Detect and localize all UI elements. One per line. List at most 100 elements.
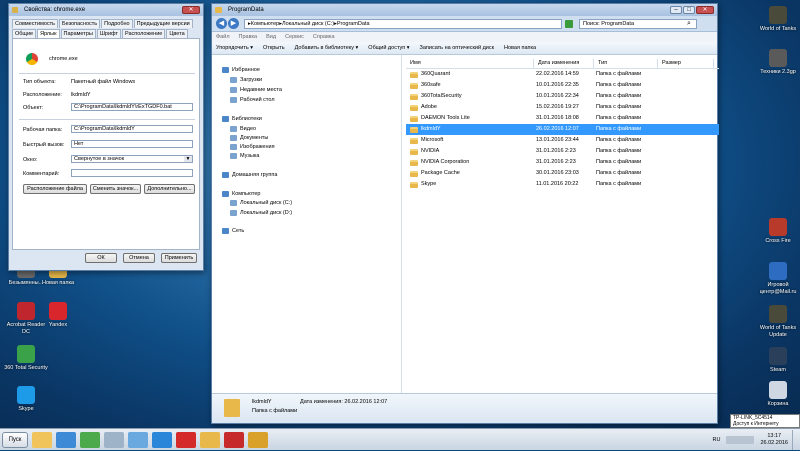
search-input[interactable]: Поиск: ProgramData — [579, 18, 697, 29]
nav-item[interactable]: Видео — [230, 126, 256, 132]
back-icon[interactable]: ◀ — [216, 18, 227, 29]
menu-item[interactable]: Вид — [266, 34, 276, 40]
hotkey-field[interactable]: Нет — [71, 140, 193, 148]
menu-item[interactable]: Правка — [239, 34, 258, 40]
tab-9[interactable]: Цвета — [166, 29, 188, 38]
comment-field[interactable] — [71, 169, 193, 177]
nav-item[interactable]: Компьютер — [222, 191, 260, 197]
taskbar-app-icon[interactable] — [200, 431, 220, 448]
tab-4[interactable]: Общие — [12, 29, 37, 38]
taskbar-app-icon[interactable] — [224, 431, 244, 448]
taskbar-app-icon[interactable] — [80, 431, 100, 448]
desktop-icon[interactable]: Техники 2.3gp — [756, 49, 800, 76]
taskbar-app-icon[interactable] — [248, 431, 268, 448]
show-desktop-button[interactable] — [792, 430, 798, 450]
taskbar-app-icon[interactable] — [104, 431, 124, 448]
nav-item[interactable]: Избранное — [222, 67, 260, 73]
table-row[interactable]: 360Quarant 22.02.2016 14:59 Папка с файлам… — [406, 69, 719, 80]
column-type[interactable]: Тип — [594, 59, 658, 68]
advanced-button[interactable]: Дополнительно... — [144, 184, 195, 194]
minimize-icon[interactable]: – — [670, 6, 682, 14]
network-notification[interactable]: TP-LINK_5C4514 Доступ к Интернету — [730, 414, 800, 428]
taskbar-app-icon[interactable] — [176, 431, 196, 448]
table-row[interactable]: 360TotalSecurity 10.01.2016 22:34 Папка с … — [406, 91, 719, 102]
start-button[interactable]: Пуск — [2, 431, 28, 448]
clock[interactable]: 13:17 26.02.2016 — [760, 433, 788, 447]
close-icon[interactable]: ✕ — [182, 6, 200, 14]
nav-item[interactable]: Недавние места — [230, 87, 282, 93]
tray-icons[interactable] — [726, 436, 755, 444]
desktop-icon[interactable]: Игровой центр@Mail.ru — [756, 262, 800, 295]
nav-item[interactable]: Загрузки — [230, 77, 262, 83]
table-row[interactable]: Skype 11.01.2016 20:22 Папка с файлами — [406, 179, 719, 190]
tab-7[interactable]: Шрифт — [96, 29, 121, 38]
table-row[interactable]: Package Cache 30.01.2016 23:03 Папка с фай… — [406, 168, 719, 179]
change-icon-button[interactable]: Сменить значок... — [90, 184, 141, 194]
nav-item[interactable]: Сеть — [222, 228, 244, 234]
toolbar-button[interactable]: Общий доступ ▾ — [368, 45, 409, 51]
object-field[interactable]: C:\ProgramData\lkdmldY\rExTGDF0.bat — [71, 103, 193, 111]
menu-item[interactable]: Файл — [216, 34, 230, 40]
column-date[interactable]: Дата изменения — [534, 59, 594, 68]
close-icon[interactable]: ✕ — [696, 6, 714, 14]
forward-icon[interactable]: ▶ — [228, 18, 239, 29]
tab-1[interactable]: Безопасность — [59, 19, 101, 28]
breadcrumb-item[interactable]: Компьютер — [251, 21, 279, 27]
taskbar-app-icon[interactable] — [152, 431, 172, 448]
dialog-titlebar[interactable]: Свойства: chrome.exe ✕ — [9, 4, 203, 16]
nav-item[interactable]: Локальный диск (C:) — [230, 200, 292, 206]
open-file-location-button[interactable]: Расположение файла — [23, 184, 87, 194]
taskbar-app-icon[interactable] — [56, 431, 76, 448]
desktop-icon[interactable]: Steam — [756, 347, 800, 374]
nav-item[interactable]: Изображения — [230, 144, 275, 150]
desktop-icon[interactable]: Yandex — [36, 302, 80, 329]
nav-item[interactable]: Локальный диск (D:) — [230, 210, 292, 216]
tab-6[interactable]: Параметры — [60, 29, 96, 38]
desktop-icon[interactable]: Корзина — [756, 381, 800, 408]
toolbar-button[interactable]: Новая папка — [504, 45, 536, 51]
table-row[interactable]: NVIDIA Corporation 31.01.2016 2:23 Папка с… — [406, 157, 719, 168]
refresh-icon[interactable] — [565, 19, 573, 28]
nav-item[interactable]: Библиотеки — [222, 116, 262, 122]
tab-8[interactable]: Расположение — [121, 29, 166, 38]
toolbar-button[interactable]: Записать на оптический диск — [420, 45, 494, 51]
table-row[interactable]: NVIDIA 31.01.2016 2:23 Папка с файлами — [406, 146, 719, 157]
table-row[interactable]: 360safe 10.01.2016 22:35 Папка с файлами — [406, 80, 719, 91]
window-select[interactable]: Свернутое в значок ▼ — [71, 155, 193, 163]
toolbar-button[interactable]: Упорядочить ▾ — [216, 45, 253, 51]
menu-item[interactable]: Справка — [313, 34, 335, 40]
breadcrumb-item[interactable]: ProgramData — [337, 21, 370, 27]
maximize-icon[interactable]: □ — [683, 6, 695, 14]
ok-button[interactable]: ОК — [85, 253, 117, 263]
explorer-titlebar[interactable]: ProgramData – □ ✕ — [212, 4, 717, 16]
tab-2[interactable]: Подробно — [101, 19, 133, 28]
tab-0[interactable]: Совместимость — [12, 19, 59, 28]
search-icon[interactable]: ⌕ — [687, 20, 691, 28]
table-row[interactable]: lkdmldY 26.02.2016 12:07 Папка с файлами — [406, 124, 719, 135]
desktop-icon[interactable]: 360 Total Security — [4, 345, 48, 372]
table-row[interactable]: DAEMON Tools Lite 31.01.2016 18:08 Папка с… — [406, 113, 719, 124]
toolbar-button[interactable]: Открыть — [263, 45, 285, 51]
tab-3[interactable]: Предыдущие версии — [133, 19, 193, 28]
apply-button[interactable]: Применить — [161, 253, 197, 263]
nav-item[interactable]: Документы — [230, 135, 268, 141]
workdir-field[interactable]: C:\ProgramData\lkdmldY — [71, 125, 193, 133]
table-row[interactable]: Adobe 15.02.2016 19:27 Папка с файлами — [406, 102, 719, 113]
column-size[interactable]: Размер — [658, 59, 714, 68]
address-bar[interactable]: ▸ Компьютер ▸ Локальный диск (C:) ▸ Prog… — [244, 18, 562, 29]
table-row[interactable]: Microsoft 13.01.2016 23:44 Папка с файлами — [406, 135, 719, 146]
taskbar-app-icon[interactable] — [128, 431, 148, 448]
toolbar-button[interactable]: Добавить в библиотеку ▾ — [295, 45, 359, 51]
column-name[interactable]: Имя — [406, 59, 534, 68]
nav-item[interactable]: Рабочий стол — [230, 97, 275, 103]
desktop-icon[interactable]: World of Tanks — [756, 6, 800, 33]
desktop-icon[interactable]: Skype — [4, 386, 48, 413]
nav-item[interactable]: Домашняя группа — [222, 172, 277, 178]
desktop-icon[interactable]: World of Tanks Update — [756, 305, 800, 338]
language-indicator[interactable]: RU — [713, 437, 721, 443]
breadcrumb-item[interactable]: Локальный диск (C:) — [282, 21, 334, 27]
cancel-button[interactable]: Отмена — [123, 253, 155, 263]
nav-item[interactable]: Музыка — [230, 153, 259, 159]
desktop-icon[interactable]: Cross Fire — [756, 218, 800, 245]
tab-5[interactable]: Ярлык — [37, 29, 60, 38]
